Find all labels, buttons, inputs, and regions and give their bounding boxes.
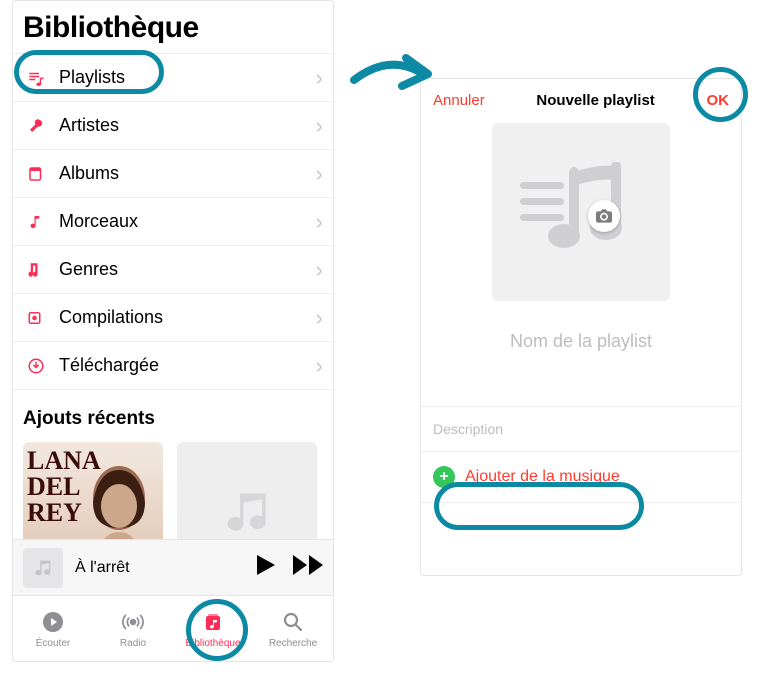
tab-listen[interactable]: Écouter (13, 596, 93, 661)
row-label: Compilations (59, 307, 163, 328)
playlist-name-input[interactable]: Nom de la playlist (510, 331, 652, 352)
row-label: Morceaux (59, 211, 138, 232)
modal-header: Annuler Nouvelle playlist OK (421, 79, 741, 119)
row-label: Artistes (59, 115, 119, 136)
camera-icon (596, 209, 612, 223)
row-genres[interactable]: Genres › (13, 246, 333, 294)
row-label: Téléchargée (59, 355, 159, 376)
plus-icon: + (433, 466, 455, 488)
library-category-list: Playlists › Artistes › Albums › Morceaux… (13, 53, 333, 390)
music-note-icon (23, 213, 49, 231)
music-note-icon (32, 557, 54, 579)
tab-label: Radio (120, 638, 146, 649)
chevron-right-icon: › (316, 65, 323, 91)
search-icon (281, 608, 305, 636)
row-label: Albums (59, 163, 119, 184)
row-playlists[interactable]: Playlists › (13, 54, 333, 102)
tab-label: Recherche (269, 638, 317, 649)
chevron-right-icon: › (316, 161, 323, 187)
page-title: Bibliothèque (13, 1, 333, 53)
playlist-body: Nom de la playlist Description + Ajouter… (421, 119, 741, 503)
chevron-right-icon: › (316, 305, 323, 331)
chevron-right-icon: › (316, 209, 323, 235)
row-label: Playlists (59, 67, 125, 88)
tab-label: Bibliothèque (185, 638, 240, 649)
row-songs[interactable]: Morceaux › (13, 198, 333, 246)
now-playing-status: À l'arrêt (75, 559, 130, 577)
tab-bar: Écouter Radio Bibliothèque Recherche (13, 595, 333, 661)
chevron-right-icon: › (316, 257, 323, 283)
compilation-icon (23, 309, 49, 327)
tab-label: Écouter (36, 638, 70, 649)
row-artists[interactable]: Artistes › (13, 102, 333, 150)
add-music-label: Ajouter de la musique (465, 468, 620, 486)
music-note-icon (219, 484, 275, 540)
add-music-button[interactable]: + Ajouter de la musique (421, 452, 741, 502)
now-playing-thumbnail (23, 548, 63, 588)
play-circle-icon (41, 608, 65, 636)
cancel-button[interactable]: Annuler (433, 92, 485, 109)
library-screen: Bibliothèque Playlists › Artistes › Albu… (12, 0, 334, 662)
row-label: Genres (59, 259, 118, 280)
download-icon (23, 357, 49, 375)
radio-icon (120, 608, 146, 636)
row-downloaded[interactable]: Téléchargée › (13, 342, 333, 390)
music-notes-icon (516, 162, 646, 262)
row-albums[interactable]: Albums › (13, 150, 333, 198)
play-button[interactable] (257, 555, 275, 580)
description-input[interactable]: Description (421, 407, 741, 451)
new-playlist-modal: Annuler Nouvelle playlist OK Nom de la p… (420, 78, 742, 576)
chevron-right-icon: › (316, 353, 323, 379)
playlist-cover-placeholder[interactable] (492, 123, 670, 301)
guitar-icon (23, 261, 49, 279)
playlist-icon (23, 69, 49, 87)
ok-button[interactable]: OK (706, 92, 729, 109)
chevron-right-icon: › (316, 113, 323, 139)
microphone-icon (23, 117, 49, 135)
album-icon (23, 165, 49, 183)
fast-forward-button[interactable] (293, 555, 323, 580)
arrow-annotation (350, 44, 432, 100)
recents-title: Ajouts récents (13, 390, 333, 442)
row-compilations[interactable]: Compilations › (13, 294, 333, 342)
camera-button[interactable] (588, 200, 620, 232)
tab-radio[interactable]: Radio (93, 596, 173, 661)
library-icon (201, 608, 225, 636)
tab-library[interactable]: Bibliothèque (173, 596, 253, 661)
modal-title: Nouvelle playlist (536, 92, 654, 109)
tab-search[interactable]: Recherche (253, 596, 333, 661)
now-playing-bar[interactable]: À l'arrêt (13, 539, 333, 595)
divider (421, 502, 741, 503)
